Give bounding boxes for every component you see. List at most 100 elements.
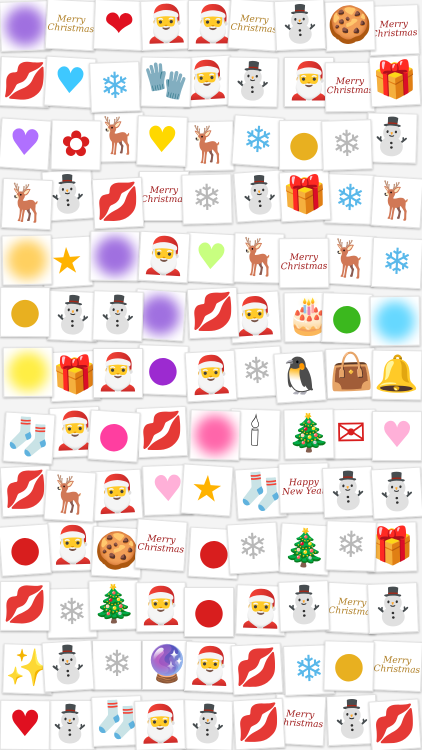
sticker-tile: 🐧 [273, 350, 327, 404]
snowman-icon: ⛄ [369, 586, 417, 629]
purple-lips-icon: 💋 [371, 702, 419, 747]
pink-heart-icon: ♥ [380, 414, 414, 457]
sticker-tile: 💋 [0, 580, 51, 632]
sticker-tile: Merry Christmas [371, 640, 422, 692]
sticker-tile: 🦌 [43, 469, 97, 523]
snowman-icon: ⛄ [276, 3, 324, 46]
merry-christmas-text: Merry Christmas [47, 13, 95, 36]
pink-ornament-icon: ● [97, 414, 132, 457]
sticker-tile: ❄ [231, 114, 285, 168]
sticker-tile: 🧤 [140, 56, 192, 108]
sticker-tile: ● [0, 523, 52, 577]
sticker-tile: 💋 [91, 176, 145, 230]
merry-christmas-text: Merry Christmas [137, 533, 185, 556]
sticker-tile: 🎅 [92, 347, 144, 399]
green-ornament-icon: ● [330, 296, 364, 339]
sticker-tile: ❄ [89, 61, 141, 113]
santa-hat-icon: 🎅 [138, 585, 184, 628]
sticker-tile: ⛄ [92, 290, 144, 342]
gray-snowflake-icon: ❄ [335, 524, 367, 567]
red-lips-icon: 💋 [1, 60, 49, 103]
santa-icon: 🎅 [95, 351, 141, 394]
sticker-tile: Merry Christmas [278, 237, 330, 289]
sticker-tile: ❄ [91, 639, 143, 691]
sticker-tile: ● [321, 292, 373, 344]
blue-snowflake-icon: ❄ [381, 241, 414, 284]
red-ornament-icon: ● [7, 527, 43, 572]
penguin-icon: 🐧 [276, 354, 324, 399]
sticker-tile: 🎅 [184, 349, 238, 403]
reindeer-icon: 🦌 [236, 236, 282, 279]
sticker-tile: 🍪 [324, 0, 376, 52]
blue-snowflake-icon: ❄ [334, 177, 366, 220]
christmas-wreath-icon: 🎄 [286, 412, 332, 455]
sticker-tile: ⛄ [278, 580, 330, 632]
sticker-tile: ⛄ [41, 639, 95, 693]
sticker-tile: 🎅 [135, 581, 187, 633]
lime-heart-icon: ♥ [193, 236, 229, 279]
purple-lips-icon: 💋 [138, 409, 186, 454]
sticker-tile: 🔔 [371, 349, 422, 401]
snowman-icon: ⛄ [49, 294, 97, 337]
sticker-tile: ✿ [50, 119, 102, 171]
purple-lips-icon: 💋 [2, 584, 48, 627]
gray-snowflake-icon: ❄ [191, 177, 223, 220]
christmas-tree-icon: 🎄 [91, 583, 137, 626]
blue-snowflake-icon: ❄ [241, 119, 275, 162]
sticker-tile: 🎅 [140, 0, 192, 51]
reindeer-icon: 🦌 [3, 182, 51, 225]
sticker-tile: Merry Christmas [227, 0, 281, 52]
sticker-tile: ⛄ [47, 290, 99, 342]
sticker-tile: ⛄ [322, 466, 374, 518]
antlers-icon: 🦌 [373, 179, 421, 224]
sticker-tile: 🎄 [88, 579, 140, 631]
sticker-tile: ♥ [371, 410, 422, 462]
smiling-star-icon: ★ [189, 467, 225, 512]
sticker-tile: ⛄ [367, 582, 419, 634]
sticker-tile: 🎅 [184, 641, 236, 693]
snowman-icon: ⛄ [44, 643, 92, 688]
sticker-tile: ❄ [226, 521, 280, 575]
sticker-tile: ⛄ [370, 466, 422, 520]
gingerbread-man-icon: 🍪 [326, 4, 374, 47]
reindeer-icon: 🦌 [326, 237, 374, 282]
heart-with-arrow-icon: ♥ [8, 703, 42, 746]
snowman-icon: ⛄ [324, 470, 372, 513]
sticker-tile: ♥ [0, 699, 51, 750]
sticker-tile [189, 409, 241, 461]
red-mitten-icon: 🧤 [143, 60, 189, 103]
sticker-tile: Merry Christmas [134, 518, 188, 572]
santa-hat-icon: 🎅 [186, 645, 234, 688]
sticker-tile: 💋 [186, 286, 240, 340]
merry-christmas-text: Merry Christmas [230, 13, 278, 36]
sticker-tile: ❄ [321, 119, 373, 171]
aqua-glow-icon [371, 297, 420, 346]
sticker-tile: 💋 [230, 642, 284, 696]
sticker-tile: ⛄ [44, 699, 96, 750]
merry-christmas-text: Merry Christmas [326, 76, 374, 97]
sticker-tile: 🦌 [233, 232, 285, 284]
gift-sack-icon: 🎁 [371, 58, 419, 103]
santa-icon: 🎅 [50, 524, 96, 567]
sticker-tile [369, 295, 421, 347]
santa-face-icon: 🎅 [142, 3, 190, 46]
sticker-tile: ⛄ [273, 0, 327, 52]
blue-heart-icon: ♥ [52, 60, 88, 103]
gold-ornament-icon: ● [9, 290, 41, 333]
snowman-icon: ⛄ [280, 584, 328, 627]
santa-icon: 🎅 [136, 703, 184, 746]
sticker-tile: ● [137, 344, 189, 396]
sticker-tile: ● [183, 586, 235, 638]
sticker-tile: ⛄ [182, 699, 234, 750]
purple-ornament-icon: ● [146, 348, 180, 391]
sticker-tile: 🦌 [183, 120, 235, 172]
sticker-tile: ⛄ [227, 56, 279, 108]
sticker-tile: Merry Christmas [44, 0, 98, 52]
snowman-icon: ⛄ [236, 173, 284, 218]
sticker-tile: ● [0, 286, 51, 338]
blue-snowflake-icon: ❄ [99, 65, 131, 108]
red-ornament-icon: ● [193, 590, 225, 633]
gray-snowflake-icon: ❄ [236, 526, 270, 569]
reindeer-icon: 🦌 [46, 473, 94, 518]
purple-lips-icon: 💋 [189, 290, 237, 335]
